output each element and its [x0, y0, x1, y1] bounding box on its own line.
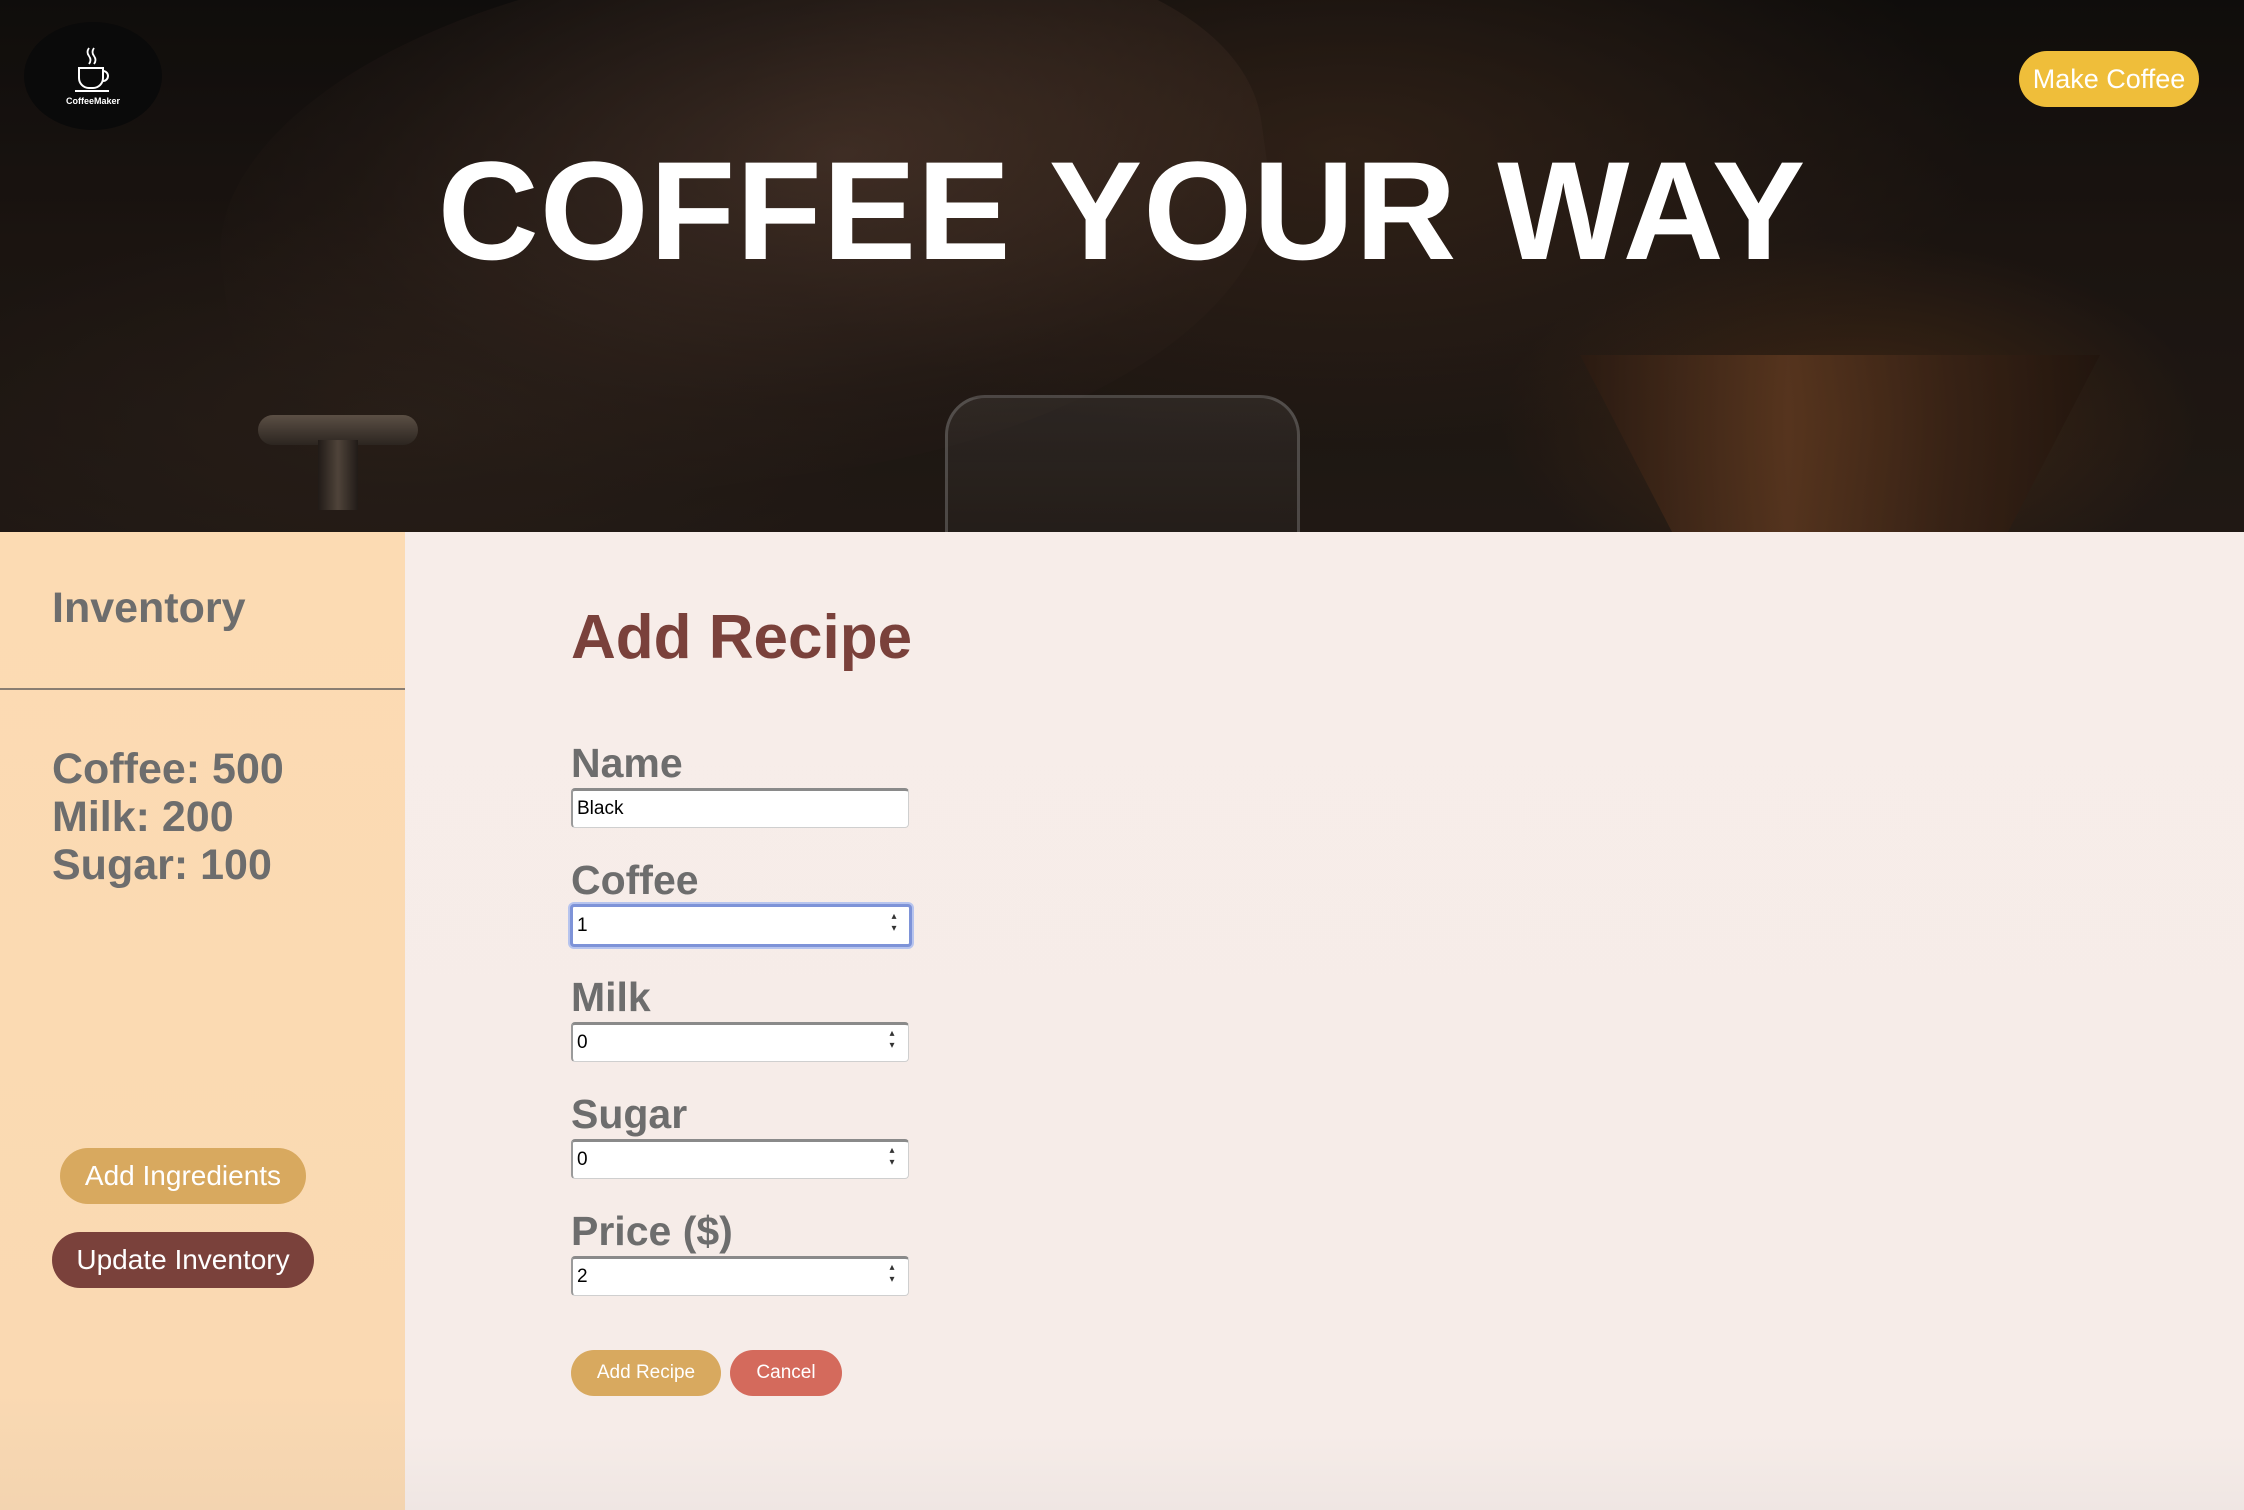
sidebar-divider: [0, 688, 405, 690]
form-title: Add Recipe: [571, 603, 913, 672]
name-label: Name: [571, 740, 683, 786]
inventory-item-sugar: Sugar: 100: [52, 841, 272, 889]
sugar-label: Sugar: [571, 1091, 688, 1137]
inventory-title: Inventory: [52, 584, 246, 632]
logo-text: CoffeeMaker: [65, 96, 121, 106]
coffee-cup-icon: [75, 47, 109, 92]
sugar-field[interactable]: [571, 1139, 909, 1179]
inventory-item-milk: Milk: 200: [52, 793, 234, 841]
inventory-list: Coffee: 500 Milk: 200 Sugar: 100: [52, 745, 284, 889]
sugar-stepper[interactable]: ▴ ▾: [885, 1145, 899, 1173]
inventory-item-coffee: Coffee: 500: [52, 745, 284, 793]
hero-title: COFFEE YOUR WAY: [437, 132, 1807, 289]
update-inventory-button[interactable]: Update Inventory: [52, 1232, 314, 1288]
coffee-stepper[interactable]: ▴ ▾: [887, 911, 901, 939]
add-recipe-button[interactable]: Add Recipe: [571, 1350, 721, 1396]
cancel-button[interactable]: Cancel: [730, 1350, 842, 1396]
inventory-sidebar: Inventory Coffee: 500 Milk: 200 Sugar: 1…: [0, 532, 405, 1510]
add-ingredients-button[interactable]: Add Ingredients: [60, 1148, 306, 1204]
logo[interactable]: CoffeeMaker: [24, 22, 162, 130]
add-recipe-panel: Add Recipe Name Coffee ▴▾ Milk ▴▾ Sugar …: [405, 532, 2244, 1510]
make-coffee-button[interactable]: Make Coffee: [2019, 51, 2199, 107]
price-field[interactable]: [571, 1256, 909, 1296]
milk-field[interactable]: [571, 1022, 909, 1062]
coffee-field[interactable]: [570, 904, 912, 947]
hero-banner: CoffeeMaker Make Coffee COFFEE YOUR WAY: [0, 0, 2244, 532]
milk-label: Milk: [571, 974, 651, 1020]
price-label: Price ($): [571, 1208, 733, 1254]
milk-stepper[interactable]: ▴ ▾: [885, 1028, 899, 1056]
price-stepper[interactable]: ▴ ▾: [885, 1262, 899, 1290]
coffee-label: Coffee: [571, 857, 699, 903]
name-field[interactable]: [571, 788, 909, 828]
